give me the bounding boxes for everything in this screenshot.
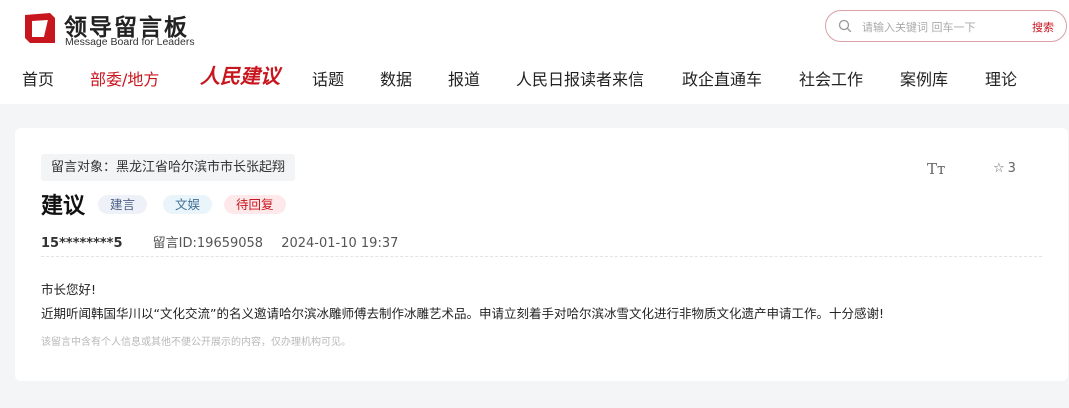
site-subtitle: Message Board for Leaders xyxy=(65,36,195,48)
nav-item-social-work[interactable]: 社会工作 xyxy=(799,66,863,90)
nav-item-theory[interactable]: 理论 xyxy=(985,66,1017,90)
font-size-icon[interactable]: Tт xyxy=(927,160,945,178)
tag-type: 建言 xyxy=(98,195,148,214)
message-user: 15********5 xyxy=(41,236,123,251)
star-icon: ☆ xyxy=(993,161,1005,176)
message-title: 建议 xyxy=(41,194,86,219)
main-nav: 首页 部委/地方 人民建议 话题 数据 报道 人民日报读者来信 政企直通车 社会… xyxy=(0,64,1069,96)
site-logo[interactable]: 领导留言板 Message Board for Leaders xyxy=(22,9,202,49)
nav-item-enterprise-express[interactable]: 政企直通车 xyxy=(682,66,762,90)
search-button[interactable]: 搜索 xyxy=(1032,19,1054,35)
nav-item-home[interactable]: 首页 xyxy=(22,66,54,90)
message-body: 近期听闻韩国华川以“文化交流”的名义邀请哈尔滨冰雕师傅去制作冰雕艺术品。申请立刻… xyxy=(41,306,884,321)
message-meta: 15********5 留言ID:19659058 2024-01-10 19:… xyxy=(41,232,398,251)
nav-item-topics[interactable]: 话题 xyxy=(312,66,344,90)
privacy-note: 该留言中含有个人信息或其他不便公开展示的内容，仅办理机构可见。 xyxy=(41,337,351,348)
search-box: 搜索 xyxy=(825,10,1067,42)
favorite-count: 3 xyxy=(1007,161,1016,176)
message-greeting: 市长您好! xyxy=(41,282,97,297)
message-target: 留言对象：黑龙江省哈尔滨市市长张起翔 xyxy=(41,154,296,181)
nav-item-readers-letters[interactable]: 人民日报读者来信 xyxy=(516,66,644,90)
nav-item-ministries-local[interactable]: 部委/地方 xyxy=(90,66,159,90)
nav-item-data[interactable]: 数据 xyxy=(380,66,412,90)
message-id: 留言ID:19659058 xyxy=(152,236,264,251)
message-card: 留言对象：黑龙江省哈尔滨市市长张起翔 Tт ☆ 3 建议 建言 文娱 待回复 15… xyxy=(15,128,1068,381)
divider xyxy=(41,256,1042,257)
nav-item-case-library[interactable]: 案例库 xyxy=(900,66,948,90)
header: 领导留言板 Message Board for Leaders 搜索 首页 部委… xyxy=(0,0,1069,104)
search-icon xyxy=(838,19,852,33)
message-date: 2024-01-10 19:37 xyxy=(281,236,399,251)
logo-mark-icon xyxy=(25,13,55,43)
status-badge: 待回复 xyxy=(224,195,286,214)
tag-field: 文娱 xyxy=(163,195,213,214)
nav-item-reports[interactable]: 报道 xyxy=(448,66,480,90)
nav-item-people-suggestions[interactable]: 人民建议 xyxy=(200,60,280,89)
search-input[interactable] xyxy=(862,17,1022,37)
favorite-button[interactable]: ☆ 3 xyxy=(993,161,1016,176)
